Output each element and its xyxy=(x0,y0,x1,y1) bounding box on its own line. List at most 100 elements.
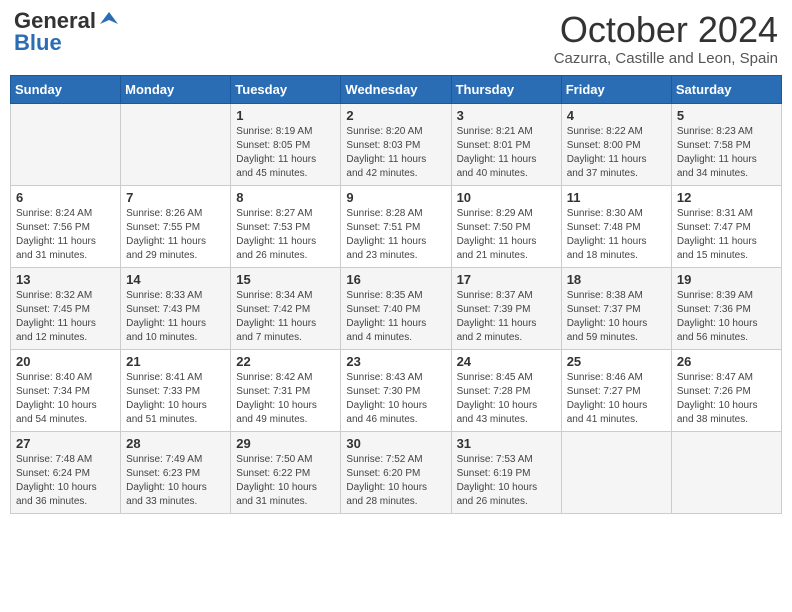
cell-info: Sunrise: 7:53 AM Sunset: 6:19 PM Dayligh… xyxy=(457,453,556,509)
logo: General Blue xyxy=(14,10,120,54)
cell-info: Sunrise: 8:29 AM Sunset: 7:50 PM Dayligh… xyxy=(457,207,556,263)
title-block: October 2024 Cazurra, Castille and Leon,… xyxy=(554,10,778,67)
day-number: 29 xyxy=(236,436,335,451)
day-number: 28 xyxy=(126,436,225,451)
calendar-cell: 16 Sunrise: 8:35 AM Sunset: 7:40 PM Dayli… xyxy=(341,267,451,349)
day-number: 21 xyxy=(126,354,225,369)
cell-info: Sunrise: 8:34 AM Sunset: 7:42 PM Dayligh… xyxy=(236,289,335,345)
cell-info: Sunrise: 8:28 AM Sunset: 7:51 PM Dayligh… xyxy=(346,207,445,263)
day-number: 26 xyxy=(677,354,776,369)
day-number: 18 xyxy=(567,272,666,287)
cell-info: Sunrise: 8:20 AM Sunset: 8:03 PM Dayligh… xyxy=(346,125,445,181)
day-header-monday: Monday xyxy=(121,75,231,103)
cell-info: Sunrise: 8:31 AM Sunset: 7:47 PM Dayligh… xyxy=(677,207,776,263)
calendar-cell: 5Sunrise: 8:23 AM Sunset: 7:58 PM Daylig… xyxy=(671,103,781,185)
cell-info: Sunrise: 8:37 AM Sunset: 7:39 PM Dayligh… xyxy=(457,289,556,345)
calendar-body: 1 Sunrise: 8:19 AM Sunset: 8:05 PM Daylig… xyxy=(11,103,782,513)
cell-info: Sunrise: 7:48 AM Sunset: 6:24 PM Dayligh… xyxy=(16,453,115,509)
day-header-thursday: Thursday xyxy=(451,75,561,103)
day-number: 10 xyxy=(457,190,556,205)
day-number: 13 xyxy=(16,272,115,287)
day-number: 11 xyxy=(567,190,666,205)
cell-info: Sunrise: 7:49 AM Sunset: 6:23 PM Dayligh… xyxy=(126,453,225,509)
calendar-cell: 8 Sunrise: 8:27 AM Sunset: 7:53 PM Daylig… xyxy=(231,185,341,267)
day-number: 1 xyxy=(236,108,335,123)
calendar-cell: 9 Sunrise: 8:28 AM Sunset: 7:51 PM Daylig… xyxy=(341,185,451,267)
day-number: 3 xyxy=(457,108,556,123)
cell-info: Sunrise: 8:30 AM Sunset: 7:48 PM Dayligh… xyxy=(567,207,666,263)
day-number: 16 xyxy=(346,272,445,287)
calendar-cell: 25 Sunrise: 8:46 AM Sunset: 7:27 PM Dayli… xyxy=(561,349,671,431)
week-row-1: 1 Sunrise: 8:19 AM Sunset: 8:05 PM Daylig… xyxy=(11,103,782,185)
day-number: 22 xyxy=(236,354,335,369)
cell-info: Sunrise: 8:40 AM Sunset: 7:34 PM Dayligh… xyxy=(16,371,115,427)
day-number: 7 xyxy=(126,190,225,205)
day-number: 4 xyxy=(567,108,666,123)
cell-info: Sunrise: 8:47 AM Sunset: 7:26 PM Dayligh… xyxy=(677,371,776,427)
day-header-sunday: Sunday xyxy=(11,75,121,103)
cell-info: Sunrise: 8:42 AM Sunset: 7:31 PM Dayligh… xyxy=(236,371,335,427)
calendar-table: SundayMondayTuesdayWednesdayThursdayFrid… xyxy=(10,75,782,514)
day-number: 25 xyxy=(567,354,666,369)
day-number: 27 xyxy=(16,436,115,451)
calendar-cell: 28 Sunrise: 7:49 AM Sunset: 6:23 PM Dayli… xyxy=(121,431,231,513)
cell-info: Sunrise: 7:50 AM Sunset: 6:22 PM Dayligh… xyxy=(236,453,335,509)
calendar-cell: 29 Sunrise: 7:50 AM Sunset: 6:22 PM Dayli… xyxy=(231,431,341,513)
calendar-cell: 18 Sunrise: 8:38 AM Sunset: 7:37 PM Dayli… xyxy=(561,267,671,349)
calendar-cell: 6Sunrise: 8:24 AM Sunset: 7:56 PM Daylig… xyxy=(11,185,121,267)
calendar-cell xyxy=(671,431,781,513)
cell-info: Sunrise: 8:38 AM Sunset: 7:37 PM Dayligh… xyxy=(567,289,666,345)
day-number: 31 xyxy=(457,436,556,451)
cell-info: Sunrise: 8:46 AM Sunset: 7:27 PM Dayligh… xyxy=(567,371,666,427)
cell-info: Sunrise: 8:32 AM Sunset: 7:45 PM Dayligh… xyxy=(16,289,115,345)
calendar-cell: 1 Sunrise: 8:19 AM Sunset: 8:05 PM Daylig… xyxy=(231,103,341,185)
logo-bird-icon xyxy=(98,10,120,32)
cell-info: Sunrise: 8:21 AM Sunset: 8:01 PM Dayligh… xyxy=(457,125,556,181)
calendar-cell xyxy=(11,103,121,185)
logo-general-text: General xyxy=(14,10,96,32)
week-row-3: 13 Sunrise: 8:32 AM Sunset: 7:45 PM Dayli… xyxy=(11,267,782,349)
cell-info: Sunrise: 8:35 AM Sunset: 7:40 PM Dayligh… xyxy=(346,289,445,345)
day-number: 8 xyxy=(236,190,335,205)
day-header-wednesday: Wednesday xyxy=(341,75,451,103)
calendar-cell: 7 Sunrise: 8:26 AM Sunset: 7:55 PM Daylig… xyxy=(121,185,231,267)
day-number: 14 xyxy=(126,272,225,287)
day-header-saturday: Saturday xyxy=(671,75,781,103)
day-number: 30 xyxy=(346,436,445,451)
calendar-cell: 2Sunrise: 8:20 AM Sunset: 8:03 PM Daylig… xyxy=(341,103,451,185)
day-number: 24 xyxy=(457,354,556,369)
cell-info: Sunrise: 8:19 AM Sunset: 8:05 PM Dayligh… xyxy=(236,125,335,181)
calendar-cell: 30 Sunrise: 7:52 AM Sunset: 6:20 PM Dayli… xyxy=(341,431,451,513)
calendar-cell: 13 Sunrise: 8:32 AM Sunset: 7:45 PM Dayli… xyxy=(11,267,121,349)
calendar-cell: 10 Sunrise: 8:29 AM Sunset: 7:50 PM Dayli… xyxy=(451,185,561,267)
day-number: 9 xyxy=(346,190,445,205)
calendar-cell: 26 Sunrise: 8:47 AM Sunset: 7:26 PM Dayli… xyxy=(671,349,781,431)
calendar-cell: 11 Sunrise: 8:30 AM Sunset: 7:48 PM Dayli… xyxy=(561,185,671,267)
calendar-cell: 21 Sunrise: 8:41 AM Sunset: 7:33 PM Dayli… xyxy=(121,349,231,431)
calendar-cell: 31 Sunrise: 7:53 AM Sunset: 6:19 PM Dayli… xyxy=(451,431,561,513)
calendar-cell: 15Sunrise: 8:34 AM Sunset: 7:42 PM Dayli… xyxy=(231,267,341,349)
cell-info: Sunrise: 8:23 AM Sunset: 7:58 PM Dayligh… xyxy=(677,125,776,181)
cell-info: Sunrise: 8:33 AM Sunset: 7:43 PM Dayligh… xyxy=(126,289,225,345)
calendar-cell: 23Sunrise: 8:43 AM Sunset: 7:30 PM Dayli… xyxy=(341,349,451,431)
calendar-cell xyxy=(561,431,671,513)
calendar-cell: 14 Sunrise: 8:33 AM Sunset: 7:43 PM Dayli… xyxy=(121,267,231,349)
week-row-5: 27 Sunrise: 7:48 AM Sunset: 6:24 PM Dayli… xyxy=(11,431,782,513)
week-row-2: 6Sunrise: 8:24 AM Sunset: 7:56 PM Daylig… xyxy=(11,185,782,267)
day-number: 12 xyxy=(677,190,776,205)
cell-info: Sunrise: 8:26 AM Sunset: 7:55 PM Dayligh… xyxy=(126,207,225,263)
calendar-cell: 19Sunrise: 8:39 AM Sunset: 7:36 PM Dayli… xyxy=(671,267,781,349)
logo-blue-text: Blue xyxy=(14,32,62,54)
cell-info: Sunrise: 8:41 AM Sunset: 7:33 PM Dayligh… xyxy=(126,371,225,427)
cell-info: Sunrise: 8:45 AM Sunset: 7:28 PM Dayligh… xyxy=(457,371,556,427)
cell-info: Sunrise: 7:52 AM Sunset: 6:20 PM Dayligh… xyxy=(346,453,445,509)
cell-info: Sunrise: 8:43 AM Sunset: 7:30 PM Dayligh… xyxy=(346,371,445,427)
location-subtitle: Cazurra, Castille and Leon, Spain xyxy=(554,50,778,67)
calendar-cell: 27 Sunrise: 7:48 AM Sunset: 6:24 PM Dayli… xyxy=(11,431,121,513)
cell-info: Sunrise: 8:39 AM Sunset: 7:36 PM Dayligh… xyxy=(677,289,776,345)
day-number: 20 xyxy=(16,354,115,369)
week-row-4: 20 Sunrise: 8:40 AM Sunset: 7:34 PM Dayli… xyxy=(11,349,782,431)
cell-info: Sunrise: 8:27 AM Sunset: 7:53 PM Dayligh… xyxy=(236,207,335,263)
day-number: 6 xyxy=(16,190,115,205)
calendar-header-row: SundayMondayTuesdayWednesdayThursdayFrid… xyxy=(11,75,782,103)
